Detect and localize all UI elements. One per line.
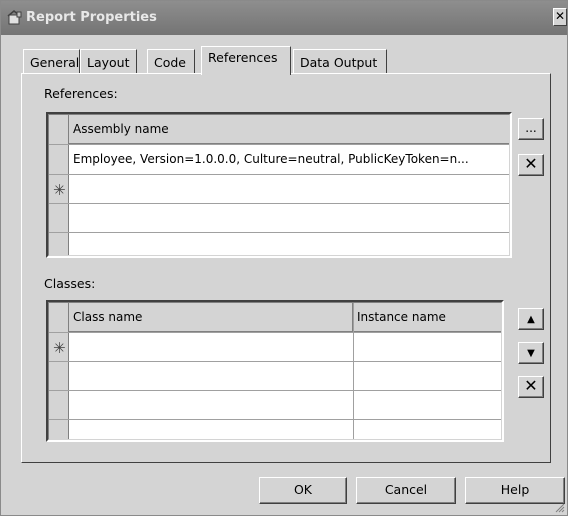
delete-icon: ✕ xyxy=(524,154,538,173)
help-button[interactable]: Help xyxy=(465,477,565,504)
classes-grid[interactable]: Class name Instance name ✳ xyxy=(46,300,504,442)
classes-label: Classes: xyxy=(44,276,96,291)
references-grid[interactable]: Assembly name Employee, Version=1.0.0.0,… xyxy=(46,112,512,258)
delete-class-button[interactable]: ✕ xyxy=(518,376,544,398)
report-properties-dialog: Report Properties ✕ General Layout Code … xyxy=(0,0,568,516)
ok-button[interactable]: OK xyxy=(259,477,347,504)
tab-label: Data Output xyxy=(300,55,378,70)
arrow-up-icon: ▲ xyxy=(527,314,535,325)
tab-references[interactable]: References xyxy=(201,46,291,75)
tab-label: General xyxy=(30,55,80,70)
window-title: Report Properties xyxy=(26,10,157,25)
delete-reference-button[interactable]: ✕ xyxy=(518,154,544,176)
tab-label: Layout xyxy=(87,55,130,70)
move-down-button[interactable]: ▼ xyxy=(518,342,544,364)
new-row-icon: ✳ xyxy=(53,339,66,357)
table-row[interactable]: Employee, Version=1.0.0.0, Culture=neutr… xyxy=(73,152,511,166)
close-button[interactable]: ✕ xyxy=(553,8,567,26)
tab-code[interactable]: Code xyxy=(147,49,195,74)
tab-data-output[interactable]: Data Output xyxy=(293,49,387,74)
ellipsis-icon: ... xyxy=(525,121,537,135)
references-tab-panel: References: Assembly name Employee, Vers… xyxy=(21,73,551,463)
column-header-assembly-name[interactable]: Assembly name xyxy=(69,115,509,144)
references-label: References: xyxy=(44,86,118,101)
new-reference-row[interactable] xyxy=(70,175,510,203)
tab-general[interactable]: General xyxy=(23,49,80,74)
column-header-instance-name[interactable]: Instance name xyxy=(353,303,501,332)
new-class-name-cell[interactable] xyxy=(70,333,352,361)
tab-label: References xyxy=(208,50,278,65)
browse-button[interactable]: ... xyxy=(518,118,544,140)
title-bar[interactable]: Report Properties ✕ xyxy=(1,1,567,35)
cancel-button[interactable]: Cancel xyxy=(356,477,456,504)
column-header-class-name[interactable]: Class name xyxy=(69,303,353,332)
resize-grip-icon[interactable] xyxy=(553,501,565,513)
tab-label: Code xyxy=(154,55,187,70)
arrow-down-icon: ▼ xyxy=(527,348,535,359)
move-up-button[interactable]: ▲ xyxy=(518,308,544,330)
tab-layout[interactable]: Layout xyxy=(80,49,137,74)
close-icon: ✕ xyxy=(554,9,566,23)
report-properties-icon xyxy=(7,10,22,25)
new-row-icon: ✳ xyxy=(53,181,66,199)
delete-icon: ✕ xyxy=(524,376,538,395)
new-instance-name-cell[interactable] xyxy=(354,333,500,361)
